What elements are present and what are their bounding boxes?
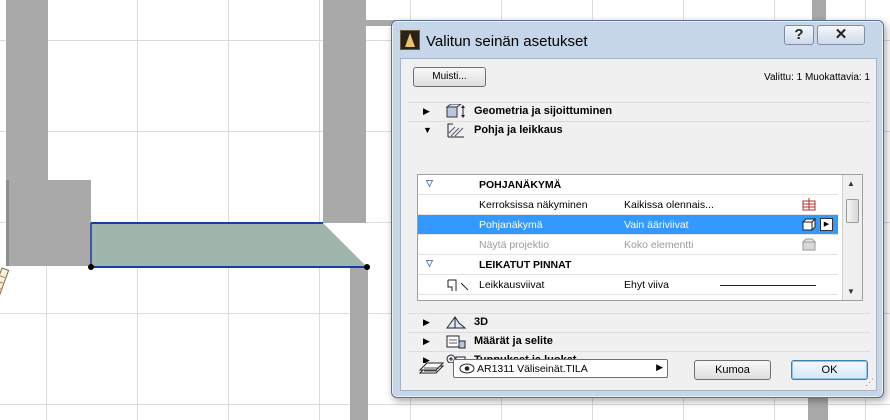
listing-icon	[446, 335, 466, 349]
section-3d[interactable]: ▶ 3D	[408, 313, 870, 331]
section-label: Geometria ja sijoittuminen	[474, 105, 613, 117]
property-row-disabled: Näytä projektio Koko elementti	[418, 235, 838, 255]
property-value[interactable]: Vain ääriviivat	[624, 219, 689, 231]
collapse-arrow-icon[interactable]: ▼	[423, 125, 432, 135]
scroll-thumb[interactable]	[846, 199, 859, 223]
group-header-label: LEIKATUT PINNAT	[479, 259, 572, 271]
close-button[interactable]: ✕	[817, 25, 865, 45]
eye-icon	[459, 363, 475, 374]
memory-button[interactable]: Muisti...	[413, 67, 486, 87]
floorplan-display-icon	[802, 218, 816, 231]
ok-button[interactable]: OK	[791, 360, 868, 380]
group-header-cut-surfaces[interactable]: ▽ LEIKATUT PINNAT	[418, 255, 838, 275]
wall-settings-dialog: Valitun seinän asetukset ? ✕ Muisti... V…	[391, 20, 884, 398]
dialog-content: Muisti... Valittu: 1 Muokattavia: 1 ▶ Ge…	[400, 58, 877, 391]
collapse-arrow-icon[interactable]: ▽	[426, 258, 433, 269]
layer-name: AR1311 Väliseinät.TILA	[477, 363, 588, 375]
property-name: Näytä projektio	[479, 239, 550, 251]
property-name: Leikkausviivat	[479, 279, 545, 291]
group-header-label: POHJANÄKYMÄ	[479, 179, 562, 191]
cut-line-icon	[447, 279, 469, 291]
dropdown-arrow-icon[interactable]: ▶	[820, 218, 833, 231]
layer-icon	[418, 362, 445, 374]
panel-scrollbar[interactable]: ▲ ▼	[842, 175, 862, 300]
app-logo	[400, 30, 420, 50]
property-row-selected[interactable]: Pohjanäkymä Vain ääriviivat ▶	[418, 215, 838, 235]
property-name: Kerroksissa näkyminen	[479, 199, 588, 211]
floorplan-property-panel: ▽ POHJANÄKYMÄ Kerroksissa näkyminen Kaik…	[417, 174, 863, 301]
section-geometry[interactable]: ▶ Geometria ja sijoittuminen	[408, 102, 870, 120]
scroll-down-icon[interactable]: ▼	[847, 287, 855, 296]
selected-wall-fill	[91, 223, 367, 267]
help-button[interactable]: ?	[784, 25, 814, 45]
resize-grip-icon[interactable]: ⋰	[865, 377, 874, 388]
property-row[interactable]: Leikkausviivat Ehyt viiva	[418, 275, 838, 295]
group-header-floorplan[interactable]: ▽ POHJANÄKYMÄ	[418, 175, 838, 195]
dialog-titlebar[interactable]: Valitun seinän asetukset ? ✕	[392, 21, 883, 59]
projection-icon	[802, 238, 816, 251]
section-label: Määrät ja selite	[474, 335, 553, 347]
property-value[interactable]: Kaikissa olennais...	[624, 199, 714, 211]
scroll-up-icon[interactable]: ▲	[847, 179, 855, 188]
selected-wall-node-right	[364, 264, 370, 270]
section-listing[interactable]: ▶ Määrät ja selite	[408, 332, 870, 350]
close-icon: ✕	[834, 26, 848, 43]
collapse-arrow-icon[interactable]: ▽	[426, 178, 433, 189]
geometry-icon	[445, 104, 465, 118]
left-edge-marker	[0, 267, 10, 300]
expand-arrow-icon[interactable]: ▶	[423, 317, 430, 328]
cancel-button[interactable]: Kumoa	[694, 360, 771, 380]
section-label: Pohja ja leikkaus	[474, 124, 563, 136]
help-icon: ?	[794, 26, 804, 43]
property-value[interactable]: Ehyt viiva	[624, 279, 669, 291]
floor-visibility-icon	[802, 198, 816, 211]
3d-icon	[446, 316, 467, 329]
selection-status: Valittu: 1 Muokattavia: 1	[764, 72, 870, 83]
selected-wall-node-left	[88, 264, 94, 270]
property-row[interactable]: Kerroksissa näkyminen Kaikissa olennais.…	[418, 195, 838, 215]
expand-arrow-icon[interactable]: ▶	[423, 336, 430, 347]
line-sample	[720, 285, 816, 286]
dialog-title: Valitun seinän asetukset	[426, 33, 588, 50]
section-label: 3D	[474, 316, 489, 328]
expand-arrow-icon[interactable]: ▶	[423, 106, 430, 117]
layer-select[interactable]: AR1311 Väliseinät.TILA ▶	[453, 359, 668, 378]
property-name: Pohjanäkymä	[479, 219, 543, 231]
floorplan-icon	[447, 123, 464, 138]
property-value: Koko elementti	[624, 239, 694, 251]
section-floorplan[interactable]: ▼ Pohja ja leikkaus	[408, 121, 870, 139]
dropdown-arrow-icon[interactable]: ▶	[656, 362, 663, 373]
